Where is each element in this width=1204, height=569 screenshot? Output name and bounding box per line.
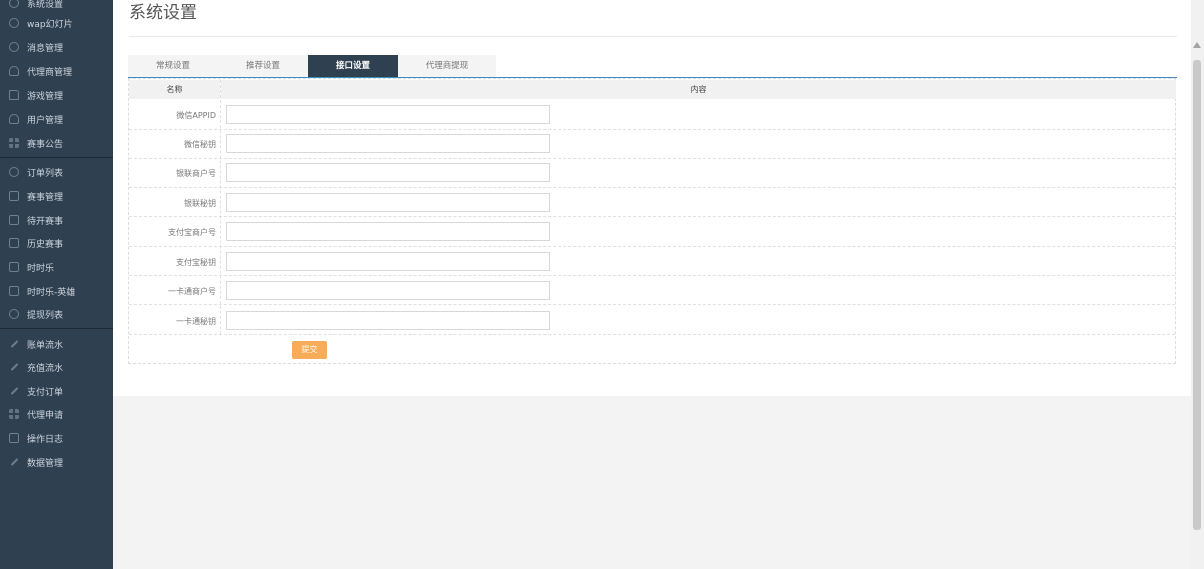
sidebar-item-label: 订单列表 (27, 168, 64, 179)
row-divider (129, 246, 1175, 247)
sidebar-item-upcoming-events[interactable]: 待开赛事 (0, 209, 113, 231)
sidebar-item-shishile-hero[interactable]: 时时乐-英雄 (0, 280, 113, 302)
sidebar-item-label: 赛事管理 (27, 192, 64, 203)
alipay-merchant-input[interactable] (226, 222, 550, 241)
link-icon (9, 386, 19, 396)
row-divider (129, 216, 1175, 217)
title-divider (129, 36, 1177, 37)
field-label-alipay-secret: 支付宝秘钥 (176, 258, 216, 267)
calendar-icon (9, 215, 19, 225)
tab-recommend-settings[interactable]: 推荐设置 (218, 55, 308, 77)
field-label-wechat-secret: 微信秘钥 (184, 140, 216, 149)
sidebar-item-wap-slides[interactable]: wap幻灯片 (0, 12, 113, 34)
sidebar: 系统设置 wap幻灯片 消息管理 代理商管理 游戏管理 用户管理 赛事公告 订单… (0, 0, 113, 569)
link-icon (9, 457, 19, 467)
calendar-icon (9, 286, 19, 296)
sidebar-item-agents[interactable]: 代理商管理 (0, 60, 113, 82)
scrollbar-thumb[interactable] (1193, 60, 1201, 530)
sidebar-item-label: wap幻灯片 (27, 19, 73, 30)
calendar-icon (9, 238, 19, 248)
tab-interface-settings[interactable]: 接口设置 (308, 55, 398, 77)
sidebar-item-label: 账单流水 (27, 340, 64, 351)
unionpay-secret-input[interactable] (226, 193, 550, 212)
table-header-content: 内容 (221, 80, 1176, 99)
users-icon (9, 114, 19, 124)
sidebar-item-data-management[interactable]: 数据管理 (0, 451, 113, 473)
sidebar-item-shishile[interactable]: 时时乐 (0, 256, 113, 278)
field-label-yikatong-merchant: 一卡通商户号 (168, 287, 216, 296)
gear-icon (9, 18, 19, 28)
sidebar-item-label: 提现列表 (27, 310, 64, 321)
square-icon (9, 433, 19, 443)
row-divider (129, 304, 1175, 305)
page-title: 系统设置 (129, 3, 197, 23)
gear-icon (9, 42, 19, 52)
sidebar-item-history-events[interactable]: 历史赛事 (0, 232, 113, 254)
sidebar-item-payment-orders[interactable]: 支付订单 (0, 380, 113, 402)
tab-agent-withdrawal[interactable]: 代理商提现 (398, 55, 496, 77)
sidebar-item-event-management[interactable]: 赛事管理 (0, 185, 113, 207)
row-divider (129, 275, 1175, 276)
sidebar-item-label: 时时乐-英雄 (27, 287, 76, 298)
table-header-name: 名称 (129, 80, 220, 99)
sidebar-item-label: 用户管理 (27, 115, 64, 126)
user-icon (9, 66, 19, 76)
sidebar-item-games[interactable]: 游戏管理 (0, 84, 113, 106)
refresh-icon (9, 309, 19, 319)
sidebar-item-recharge[interactable]: 充值流水 (0, 356, 113, 378)
gear-icon (9, 0, 19, 8)
row-divider (129, 158, 1175, 159)
sidebar-item-label: 代理商管理 (27, 67, 73, 78)
alipay-secret-input[interactable] (226, 252, 550, 271)
grid-icon (9, 138, 19, 148)
field-label-wechat-appid: 微信APPID (176, 111, 216, 120)
sidebar-item-operation-log[interactable]: 操作日志 (0, 427, 113, 449)
field-label-alipay-merchant: 支付宝商户号 (168, 228, 216, 237)
wechat-secret-input[interactable] (226, 134, 550, 153)
sidebar-item-messages[interactable]: 消息管理 (0, 36, 113, 58)
row-divider (129, 187, 1175, 188)
sidebar-item-label: 时时乐 (27, 263, 55, 274)
scroll-up-icon[interactable] (1193, 42, 1201, 48)
submit-button[interactable]: 提交 (292, 341, 327, 359)
sidebar-item-label: 消息管理 (27, 43, 64, 54)
wechat-appid-input[interactable] (226, 105, 550, 124)
field-label-unionpay-merchant: 银联商户号 (176, 169, 216, 178)
sidebar-item-agent-applications[interactable]: 代理申请 (0, 403, 113, 425)
sidebar-item-label: 代理申请 (27, 410, 64, 421)
sidebar-item-withdrawals[interactable]: 提现列表 (0, 303, 113, 325)
sidebar-divider (0, 157, 113, 158)
sidebar-item-label: 数据管理 (27, 458, 64, 469)
sidebar-item-label: 待开赛事 (27, 216, 64, 227)
column-divider (220, 80, 221, 334)
sidebar-item-label: 充值流水 (27, 363, 64, 374)
sidebar-item-event-notices[interactable]: 赛事公告 (0, 132, 113, 154)
clock-icon (9, 167, 19, 177)
row-divider (129, 129, 1175, 130)
calendar-icon (9, 262, 19, 272)
field-label-yikatong-secret: 一卡通秘钥 (176, 317, 216, 326)
sidebar-item-label: 操作日志 (27, 434, 64, 445)
unionpay-merchant-input[interactable] (226, 163, 550, 182)
tab-general-settings[interactable]: 常规设置 (128, 55, 218, 77)
field-label-unionpay-secret: 银联秘钥 (184, 199, 216, 208)
calendar-icon (9, 191, 19, 201)
sidebar-item-label: 游戏管理 (27, 91, 64, 102)
grid-icon (9, 409, 19, 419)
document-icon (9, 90, 19, 100)
sidebar-item-orders[interactable]: 订单列表 (0, 161, 113, 183)
link-icon (9, 362, 19, 372)
row-divider (129, 334, 1175, 335)
sidebar-divider (0, 328, 113, 329)
sidebar-item-label: 历史赛事 (27, 239, 64, 250)
sidebar-item-label: 系统设置 (27, 0, 64, 10)
sidebar-item-users[interactable]: 用户管理 (0, 108, 113, 130)
sidebar-item-label: 支付订单 (27, 387, 64, 398)
sidebar-item-label: 赛事公告 (27, 139, 64, 150)
link-icon (9, 339, 19, 349)
yikatong-secret-input[interactable] (226, 311, 550, 330)
yikatong-merchant-input[interactable] (226, 281, 550, 300)
sidebar-item-bills[interactable]: 账单流水 (0, 333, 113, 355)
